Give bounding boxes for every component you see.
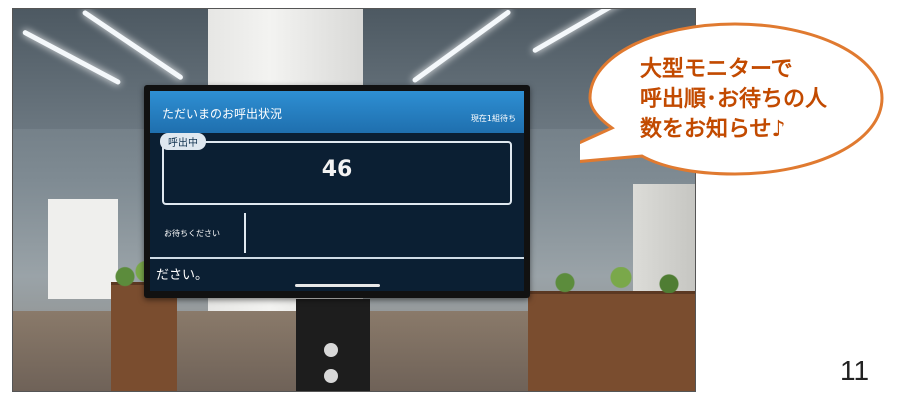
white-partition bbox=[48, 199, 118, 299]
ticker-text: ださい。 bbox=[156, 268, 209, 283]
planter-right bbox=[528, 291, 695, 391]
callout-text: 大型モニターで 呼出順･お待ちの人 数をお知らせ♪ bbox=[640, 57, 828, 142]
calling-panel: 46 bbox=[162, 141, 512, 205]
monitor: ただいまのお呼出状況 現在1組待ち 46 呼出中 お待ちください ださい。 bbox=[144, 85, 530, 298]
screen-separator bbox=[150, 257, 524, 259]
calling-number: 46 bbox=[321, 157, 353, 182]
screen-scroll-indicator bbox=[295, 284, 380, 287]
monitor-screen: ただいまのお呼出状況 現在1組待ち 46 呼出中 お待ちください ださい。 bbox=[150, 91, 524, 291]
calling-badge: 呼出中 bbox=[160, 133, 206, 150]
waiting-count: 現在1組待ち bbox=[470, 114, 516, 123]
plants-right bbox=[533, 267, 693, 293]
tv-stand bbox=[296, 299, 370, 391]
stand-hole bbox=[324, 343, 338, 357]
waiting-divider bbox=[244, 213, 246, 253]
page-number: 11 bbox=[840, 355, 870, 386]
planter-left bbox=[111, 282, 177, 391]
screen-header: ただいまのお呼出状況 現在1組待ち bbox=[150, 91, 524, 133]
screen-title: ただいまのお呼出状況 bbox=[162, 107, 283, 121]
waiting-label: お待ちください bbox=[164, 229, 220, 238]
stand-hole bbox=[324, 369, 338, 383]
